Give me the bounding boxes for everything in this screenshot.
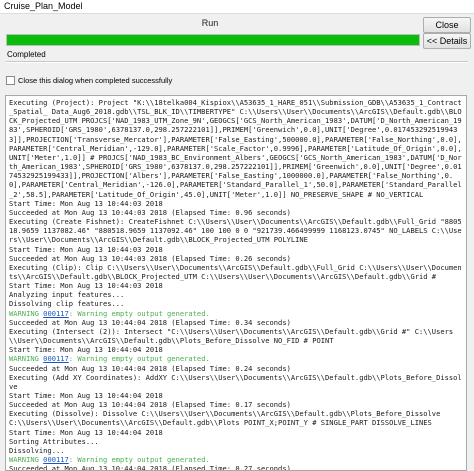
log-line: Succeeded at Mon Aug 13 10:44:04 2018 (E…	[9, 317, 291, 327]
log-line: Start Time: Mon Aug 13 10:44:03 2018	[9, 244, 163, 254]
log-warning-line: WARNING 000117: Warning empty output gen…	[9, 354, 210, 364]
log-line: Executing (Intersect (2)): Intersect "C:…	[9, 326, 454, 346]
progress-fill	[7, 35, 419, 45]
log-line: Succeeded at Mon Aug 13 10:44:04 2018 (E…	[9, 363, 291, 373]
log-line: Start Time: Mon Aug 13 10:44:04 2018	[9, 427, 163, 437]
log-line: Analyzing input features...	[9, 290, 125, 300]
close-on-complete-option[interactable]: Close this dialog when completed success…	[6, 75, 172, 85]
log-line: Start Time: Mon Aug 13 10:44:04 2018	[9, 391, 163, 400]
progress-bar	[6, 34, 420, 46]
log-line: Dissolving clip features...	[9, 299, 125, 309]
warning-code-link[interactable]: 000117	[43, 354, 69, 363]
close-button[interactable]: Close	[423, 17, 471, 33]
window-title: Cruise_Plan_Model	[4, 1, 83, 11]
log-line: Executing (Dissolve): Dissolve C:\\Users…	[9, 409, 445, 428]
log-line: Executing (Project): Project "K:\\18telk…	[9, 98, 462, 199]
warning-code-link[interactable]: 000117	[43, 309, 69, 318]
status-text: Completed	[7, 50, 46, 59]
log-line: Sorting Attributes...	[9, 436, 99, 446]
log-line: Executing (Create Fishnet): CreateFishne…	[9, 217, 462, 245]
log-line: Executing (Add XY Coordinates): AddXY C:…	[9, 372, 462, 391]
details-button[interactable]: << Details	[423, 33, 471, 49]
close-on-complete-checkbox[interactable]	[6, 75, 15, 85]
log-line: Succeeded at Mon Aug 13 10:44:03 2018 (E…	[9, 253, 291, 263]
log-line: Start Time: Mon Aug 13 10:44:03 2018	[9, 281, 163, 291]
log-line: Dissolving...	[9, 445, 65, 455]
log-line: Start Time: Mon Aug 13 10:44:03 2018	[9, 198, 163, 208]
close-on-complete-label: Close this dialog when completed success…	[18, 75, 173, 85]
log-line: Succeeded at Mon Aug 13 10:44:03 2018 (E…	[9, 207, 291, 217]
log-warning-line: WARNING 000117: Warning empty output gen…	[9, 308, 210, 318]
log-line: Start Time: Mon Aug 13 10:44:04 2018	[9, 345, 163, 355]
window-titlebar: Cruise_Plan_Model	[0, 0, 474, 14]
log-line: Succeeded at Mon Aug 13 10:44:04 2018 (E…	[9, 400, 291, 410]
log-line: Succeeded at Mon Aug 13 10:44:04 2018 (E…	[9, 464, 291, 471]
log-warning-line: WARNING 000117: Warning empty output gen…	[9, 455, 210, 465]
divider	[6, 61, 468, 63]
run-header-label: Run	[201, 18, 219, 28]
log-line: Executing (Clip): Clip C:\\Users\\User\\…	[9, 262, 462, 281]
messages-log[interactable]: Executing (Project): Project "K:\\18telk…	[5, 95, 467, 471]
run-dialog: Run Close << Details Completed Close thi…	[0, 14, 474, 471]
warning-code-link[interactable]: 000117	[43, 455, 69, 464]
